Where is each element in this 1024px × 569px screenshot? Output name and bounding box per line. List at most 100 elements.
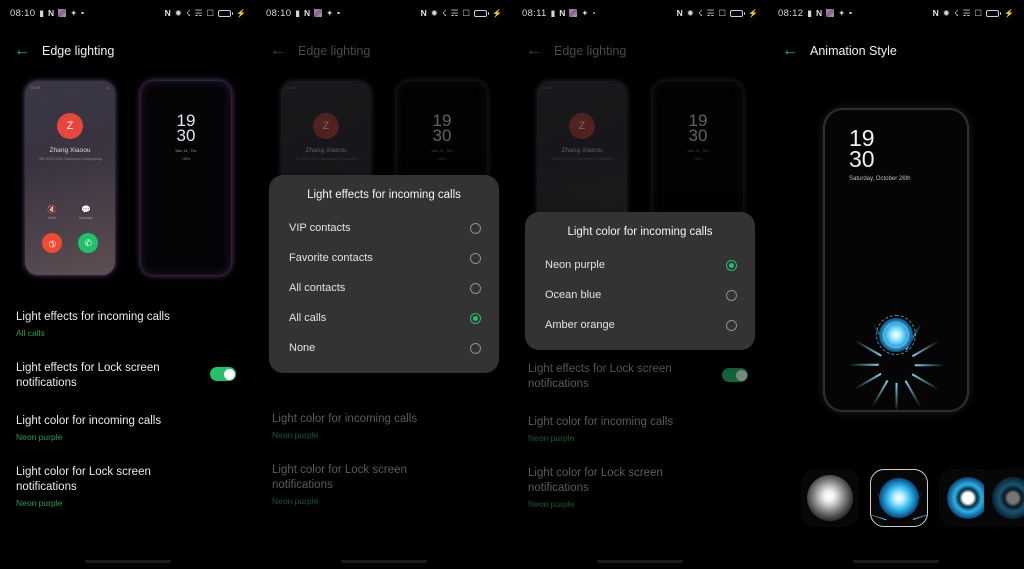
mute-icon: 🔇	[47, 205, 58, 214]
bluetooth-icon: ✹	[174, 7, 182, 18]
white-swirl-icon	[807, 475, 853, 521]
call-buttons: ✆ ✆	[25, 233, 115, 253]
setting-value: Neon purple	[272, 496, 319, 506]
preview-minutes: 30	[849, 146, 875, 172]
option-all-contacts[interactable]: All contacts	[269, 273, 499, 303]
setting-value: Neon purple	[528, 433, 575, 443]
option-ocean-blue[interactable]: Ocean blue	[525, 280, 755, 310]
photo-icon	[826, 9, 835, 17]
wifi-icon: ☴	[706, 7, 715, 18]
lock-battery: 100%	[437, 157, 447, 161]
sim-icon: ☐	[718, 7, 727, 18]
sim-icon: ☐	[974, 7, 983, 18]
preview-status-bar: 19:30 ▪▪	[31, 85, 109, 90]
dot-icon	[849, 11, 852, 15]
thumbnail-partial-animation[interactable]	[984, 469, 1024, 527]
setting-title: Light color for Lock screen notification…	[528, 467, 663, 494]
vibrate-icon: ☇	[697, 7, 703, 18]
charging-bolt-icon: ⚡	[236, 8, 246, 18]
app-bar: ← Edge lighting	[256, 38, 512, 64]
option-label: Ocean blue	[545, 289, 602, 301]
nfc-icon: N	[932, 7, 939, 18]
status-bar: 08:10 ▮ N ✦ N ✹ ☇ ☴ ☐ ⚡	[0, 0, 256, 26]
back-arrow-icon[interactable]: ←	[526, 43, 542, 59]
screenshot-strip: 08:10 ▮ N ✦ N ✹ ☇ ☴ ☐ ⚡ ← Edge lighting	[0, 0, 1024, 569]
preview-status-time: 19:30	[543, 85, 552, 90]
sim-icon: ☐	[206, 7, 215, 18]
status-bar-left: 08:12 ▮ N ✦	[778, 8, 852, 19]
back-arrow-icon[interactable]: ←	[14, 43, 30, 59]
status-bar: 08:11 ▮ N ✦ N ✹ ☇ ☴ ☐ ⚡	[512, 0, 768, 26]
status-bar-left: 08:10 ▮ N ✦	[266, 8, 340, 19]
setting-title: Light effects for incoming calls	[16, 311, 170, 323]
blue-burst-icon	[879, 478, 919, 518]
radio-selected-icon[interactable]	[470, 312, 481, 324]
radio-icon[interactable]	[726, 289, 737, 301]
option-favorite-contacts[interactable]: Favorite contacts	[269, 243, 499, 273]
setting-light-color-lock-screen[interactable]: Light color for Lock screen notification…	[528, 466, 752, 509]
nfc-icon: N	[164, 7, 171, 18]
radio-selected-icon[interactable]	[726, 259, 737, 271]
n-badge-icon: N	[303, 7, 311, 18]
setting-light-effects-incoming-calls[interactable]: Light effects for incoming calls All cal…	[16, 310, 240, 338]
preview-status-icons: ▪▪	[106, 85, 109, 90]
mute-label: Mute	[48, 216, 56, 220]
panel-light-color-dialog: 08:11 ▮ N ✦ N ✹ ☇ ☴ ☐ ⚡ ← Edge lighting	[512, 0, 768, 569]
photo-icon	[314, 9, 323, 17]
caller-name: Zhang Xiaoou	[305, 147, 347, 154]
setting-title: Light color for Lock screen notification…	[272, 464, 407, 491]
animation-thumbnails	[768, 469, 1024, 527]
photo-icon	[58, 9, 67, 17]
settings-list: Light effects for incoming calls All cal…	[0, 310, 256, 508]
lock-screen-toggle[interactable]	[722, 368, 748, 382]
bluetooth-icon: ✹	[686, 7, 694, 18]
radio-icon[interactable]	[470, 342, 481, 354]
panel-light-effects-dialog: 08:10 ▮ N ✦ N ✹ ☇ ☴ ☐ ⚡ ← Edge lighting	[256, 0, 512, 569]
preview-status-bar: 19:30 ▪▪	[543, 85, 621, 90]
lock-battery: 100%	[693, 157, 703, 161]
setting-title: Light color for Lock screen notification…	[16, 466, 151, 493]
radio-icon[interactable]	[726, 319, 737, 331]
option-neon-purple[interactable]: Neon purple	[525, 250, 755, 280]
thumbnail-blue-burst-animation[interactable]	[870, 469, 928, 527]
setting-light-color-lock-screen[interactable]: Light color for Lock screen notification…	[16, 465, 240, 508]
settings-list: Light color for incoming calls Neon purp…	[256, 412, 512, 506]
preview-status-time: 19:30	[287, 85, 296, 90]
radio-icon[interactable]	[470, 282, 481, 294]
setting-light-color-incoming-calls[interactable]: Light color for incoming calls Neon purp…	[16, 414, 240, 442]
setting-light-color-incoming-calls[interactable]: Light color for incoming calls Neon purp…	[528, 415, 752, 443]
wifi-icon: ☴	[962, 7, 971, 18]
thumbnail-white-swirl-animation[interactable]	[801, 469, 859, 527]
avatar: Z	[57, 113, 83, 139]
radio-icon[interactable]	[470, 222, 481, 234]
option-label: None	[289, 342, 316, 354]
message-icon: ▮	[295, 7, 300, 18]
option-vip-contacts[interactable]: VIP contacts	[269, 213, 499, 243]
back-arrow-icon[interactable]: ←	[270, 43, 286, 59]
charging-bolt-icon: ⚡	[748, 8, 758, 18]
light-effects-dialog: Light effects for incoming calls VIP con…	[269, 175, 499, 373]
setting-value: Neon purple	[272, 430, 319, 440]
n-badge-icon: N	[815, 7, 823, 18]
lock-clock: 19 30	[141, 112, 231, 144]
settings-list: Light effects for Lock screen notificati…	[512, 362, 768, 509]
caller-subtitle: +86 0000 0000 Shenzhen,Guangdong	[549, 157, 615, 161]
lock-screen-toggle[interactable]	[210, 367, 236, 381]
option-amber-orange[interactable]: Amber orange	[525, 310, 755, 340]
status-bar-right: N ✹ ☇ ☴ ☐ ⚡	[933, 9, 1014, 18]
setting-light-color-lock-screen[interactable]: Light color for Lock screen notification…	[272, 463, 496, 506]
option-all-calls[interactable]: All calls	[269, 303, 499, 333]
setting-light-effects-lock-screen[interactable]: Light effects for Lock screen notificati…	[16, 361, 240, 391]
vibrate-icon: ☇	[185, 7, 191, 18]
back-arrow-icon[interactable]: ←	[782, 43, 798, 59]
nfc-icon: N	[676, 7, 683, 18]
option-none[interactable]: None	[269, 333, 499, 363]
dot-icon	[81, 11, 84, 15]
radio-icon[interactable]	[470, 252, 481, 264]
light-color-dialog: Light color for incoming calls Neon purp…	[525, 212, 755, 350]
charging-bolt-icon: ⚡	[492, 8, 502, 18]
setting-light-color-incoming-calls[interactable]: Light color for incoming calls Neon purp…	[272, 412, 496, 440]
setting-title: Light color for incoming calls	[272, 413, 418, 425]
setting-value: Neon purple	[16, 432, 63, 442]
setting-light-effects-lock-screen[interactable]: Light effects for Lock screen notificati…	[528, 362, 752, 392]
